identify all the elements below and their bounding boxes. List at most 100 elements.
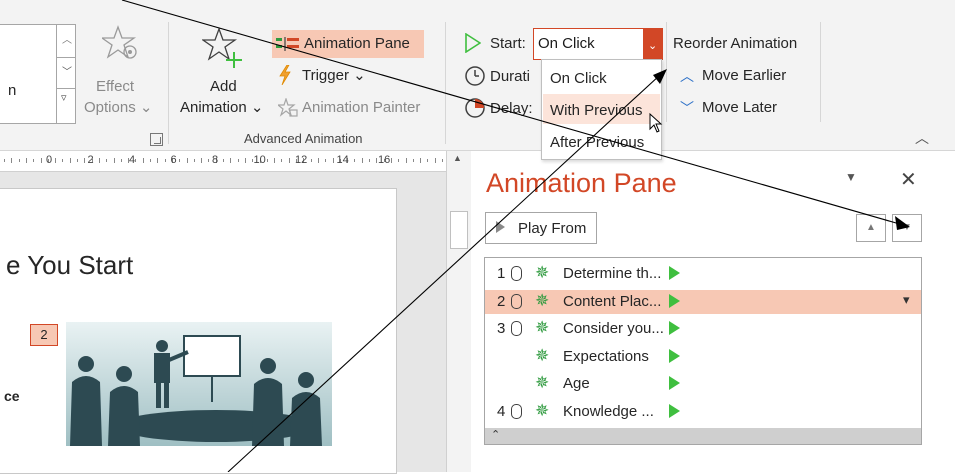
ruler-tick	[55, 158, 57, 163]
dropdown-arrow-button[interactable]: ⌄	[643, 29, 662, 59]
scrollbar-thumb[interactable]	[450, 211, 468, 249]
ruler-tick	[208, 159, 210, 162]
ribbon-separator	[445, 22, 446, 144]
animation-list-item[interactable]: 3 ✵ Consider you...	[485, 317, 921, 341]
reorder-animation-title: Reorder Animation	[673, 35, 798, 52]
add-animation-line2: Animation	[180, 99, 247, 116]
trigger-button[interactable]: Trigger ⌄	[276, 62, 396, 88]
ruler-tick	[354, 159, 356, 162]
effect-star-icon: ✵	[535, 401, 550, 420]
pane-options-icon[interactable]: ▼	[845, 170, 857, 184]
ruler-tick	[412, 159, 414, 162]
ruler-tick	[69, 158, 71, 163]
item-label: Content Plac...	[563, 292, 662, 310]
ruler-tick	[98, 158, 100, 163]
animation-tag-badge[interactable]: 2	[30, 324, 58, 346]
ruler-tick	[361, 158, 363, 163]
close-icon[interactable]: ✕	[900, 167, 917, 192]
item-label: Age	[563, 375, 590, 393]
item-label: Expectations	[563, 347, 649, 365]
play-from-button[interactable]: Play From	[485, 212, 597, 244]
item-order-number: 1	[497, 265, 506, 282]
gallery-cut-text: n	[8, 82, 17, 99]
scroll-up-icon[interactable]: ▲	[453, 153, 462, 163]
ruler-tick	[18, 159, 20, 162]
menu-item-on-click[interactable]: On Click	[542, 62, 661, 92]
ruler-tick	[325, 159, 327, 162]
ruler-tick	[62, 159, 64, 162]
chevron-down-icon: ⌄	[250, 99, 264, 116]
effect-star-icon: ✵	[535, 345, 550, 365]
delay-icon	[465, 98, 485, 118]
move-later-button[interactable]: ﹀ Move Later	[678, 96, 808, 120]
slide-title[interactable]: e You Start	[6, 250, 133, 281]
item-dropdown-icon[interactable]: ▾	[903, 292, 910, 308]
animation-pane-button[interactable]: Animation Pane	[272, 30, 424, 58]
ruler-tick	[33, 159, 35, 162]
mouse-icon	[511, 266, 522, 281]
menu-item-after-previous[interactable]: After Previous	[542, 127, 661, 157]
play-icon	[496, 221, 505, 233]
chevron-down-icon: ⌄	[139, 99, 153, 116]
slide-text-fragment[interactable]: ce	[4, 388, 20, 404]
ruler-label: 14	[336, 154, 349, 166]
slide-scrollbar[interactable]: ▲	[446, 151, 471, 472]
add-animation-line1: Add	[210, 78, 237, 95]
animation-list-item[interactable]: ✵ Age	[485, 372, 921, 396]
ruler-tick	[310, 159, 312, 162]
effect-options-line1: Effect	[96, 78, 135, 95]
item-order-number: 4	[497, 403, 506, 420]
item-label: Consider you...	[563, 320, 664, 338]
star-icon	[102, 25, 137, 59]
duration-label: Durati	[490, 68, 531, 85]
animation-list-item[interactable]: ✵ Expectations	[485, 345, 921, 369]
item-order-number: 2	[497, 292, 506, 310]
dialog-launcher-icon[interactable]	[150, 133, 163, 146]
ruler-tick	[201, 158, 203, 163]
green-triangle-icon	[669, 348, 680, 363]
animation-pane-icon	[276, 37, 299, 51]
start-dropdown-value: On Click	[538, 35, 595, 52]
ruler-tick	[434, 158, 436, 163]
gallery-scroll[interactable]: ︿ ﹀ ▿	[56, 24, 76, 124]
move-down-arrow-button[interactable]: ▼	[892, 214, 922, 242]
move-up-arrow-button[interactable]: ▲	[856, 214, 886, 242]
list-footer[interactable]: ⌃	[485, 428, 921, 444]
ruler-label: 4	[129, 154, 136, 166]
animation-painter-button[interactable]: Animation Painter	[276, 94, 436, 120]
add-animation-button[interactable]: Add Animation ⌄	[178, 22, 270, 122]
collapse-ribbon-icon[interactable]: ︿	[915, 128, 929, 148]
effect-options-line2: Options	[84, 99, 136, 116]
animation-list[interactable]: 1 ✵ Determine th... 2 ✵ Content Plac... ▾ 3 ✵ Con…	[484, 257, 922, 445]
animation-list-item[interactable]: 4 ✵ Knowledge ...	[485, 400, 921, 424]
start-dropdown[interactable]: On Click ⌄	[533, 28, 663, 60]
add-star-icon	[202, 27, 242, 68]
lightning-icon	[279, 65, 291, 85]
effect-star-icon: ✵	[535, 373, 550, 393]
menu-item-with-previous[interactable]: With Previous	[543, 94, 660, 124]
meeting-picture[interactable]	[66, 322, 332, 446]
move-earlier-button[interactable]: ︿ Move Earlier	[678, 64, 808, 88]
mouse-icon	[511, 321, 522, 337]
ruler-tick	[40, 158, 42, 163]
painter-icon	[278, 98, 298, 117]
ruler-tick	[106, 159, 108, 162]
ribbon-separator	[666, 22, 667, 122]
ruler-tick	[288, 158, 290, 163]
animation-list-item[interactable]: 1 ✵ Determine th...	[485, 262, 921, 286]
collapse-icon[interactable]: ⌃	[491, 428, 500, 441]
item-label: Knowledge ...	[563, 403, 654, 420]
ruler-tick	[135, 159, 137, 162]
chevron-down-icon: ▼	[902, 222, 912, 233]
trigger-label: Trigger	[302, 67, 349, 84]
animation-list-item[interactable]: 2 ✵ Content Plac... ▾	[485, 289, 921, 314]
group-label-advanced-animation: Advanced Animation	[244, 131, 363, 146]
effect-options-button[interactable]: Effect Options ⌄	[80, 22, 160, 122]
ruler-tick	[244, 158, 246, 163]
animation-gallery[interactable]	[0, 24, 58, 124]
ruler-tick	[11, 158, 13, 163]
ruler-tick	[332, 158, 334, 163]
ribbon-separator	[168, 22, 169, 144]
menu-item-label: After Previous	[550, 134, 645, 151]
ruler-tick	[274, 158, 276, 163]
